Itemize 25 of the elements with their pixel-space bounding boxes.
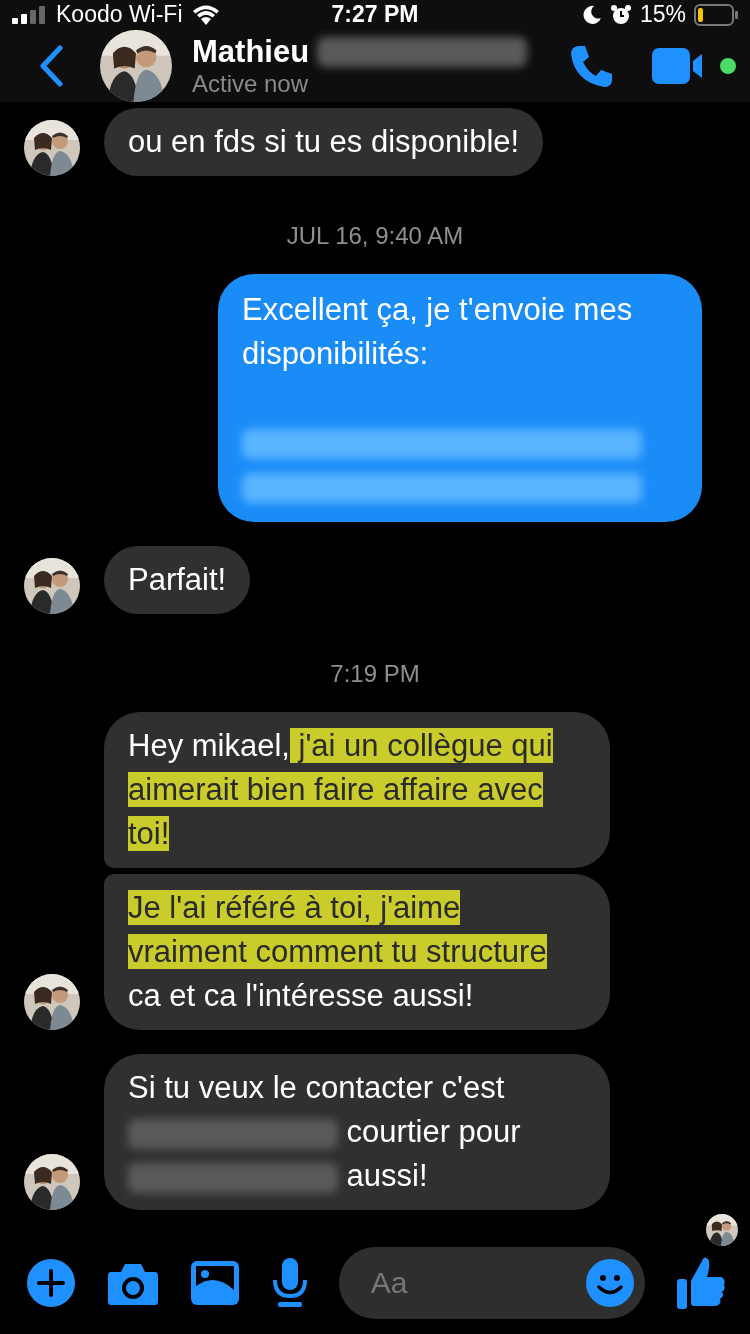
emoji-icon[interactable]	[584, 1257, 635, 1308]
alarm-icon	[609, 3, 632, 26]
message-bubble: ou en fds si tu es disponible!	[104, 107, 544, 176]
microphone-icon[interactable]	[271, 1257, 308, 1308]
battery-icon	[694, 3, 738, 26]
timestamp: 7:19 PM	[329, 659, 421, 688]
image-icon[interactable]	[190, 1259, 241, 1306]
message-field[interactable]: Aa	[338, 1246, 645, 1319]
moon-icon	[581, 4, 602, 25]
message-bubble: Si tu veux le contacter c'est courtier pour aussi!	[104, 1053, 610, 1210]
contact-name: Mathieu	[192, 33, 310, 70]
carrier-name: Koodo Wi-Fi	[56, 1, 183, 29]
message-bubble: Je l'ai référé à toi, j'aime vraiment comment tu structure ca et ca l'intéresse aussi!	[104, 873, 610, 1030]
message-bubble: Parfait!	[104, 545, 251, 614]
status-time: 7:27 PM	[331, 1, 419, 29]
add-icon[interactable]	[26, 1257, 76, 1308]
message-input[interactable]: Aa	[368, 1264, 585, 1301]
back-icon[interactable]	[38, 44, 64, 87]
active-status: Active now	[192, 69, 310, 98]
signal-icon	[12, 5, 48, 24]
message-bubble: Hey mikael, j'ai un collègue qui aimerait bien faire affaire avec toi!	[104, 711, 610, 868]
battery-percent: 15%	[639, 1, 686, 29]
timestamp: JUL 16, 9:40 AM	[285, 221, 465, 250]
message-bubble: Excellent ça, je t'envoie mes disponibilités:	[218, 273, 702, 522]
online-dot	[720, 57, 736, 74]
